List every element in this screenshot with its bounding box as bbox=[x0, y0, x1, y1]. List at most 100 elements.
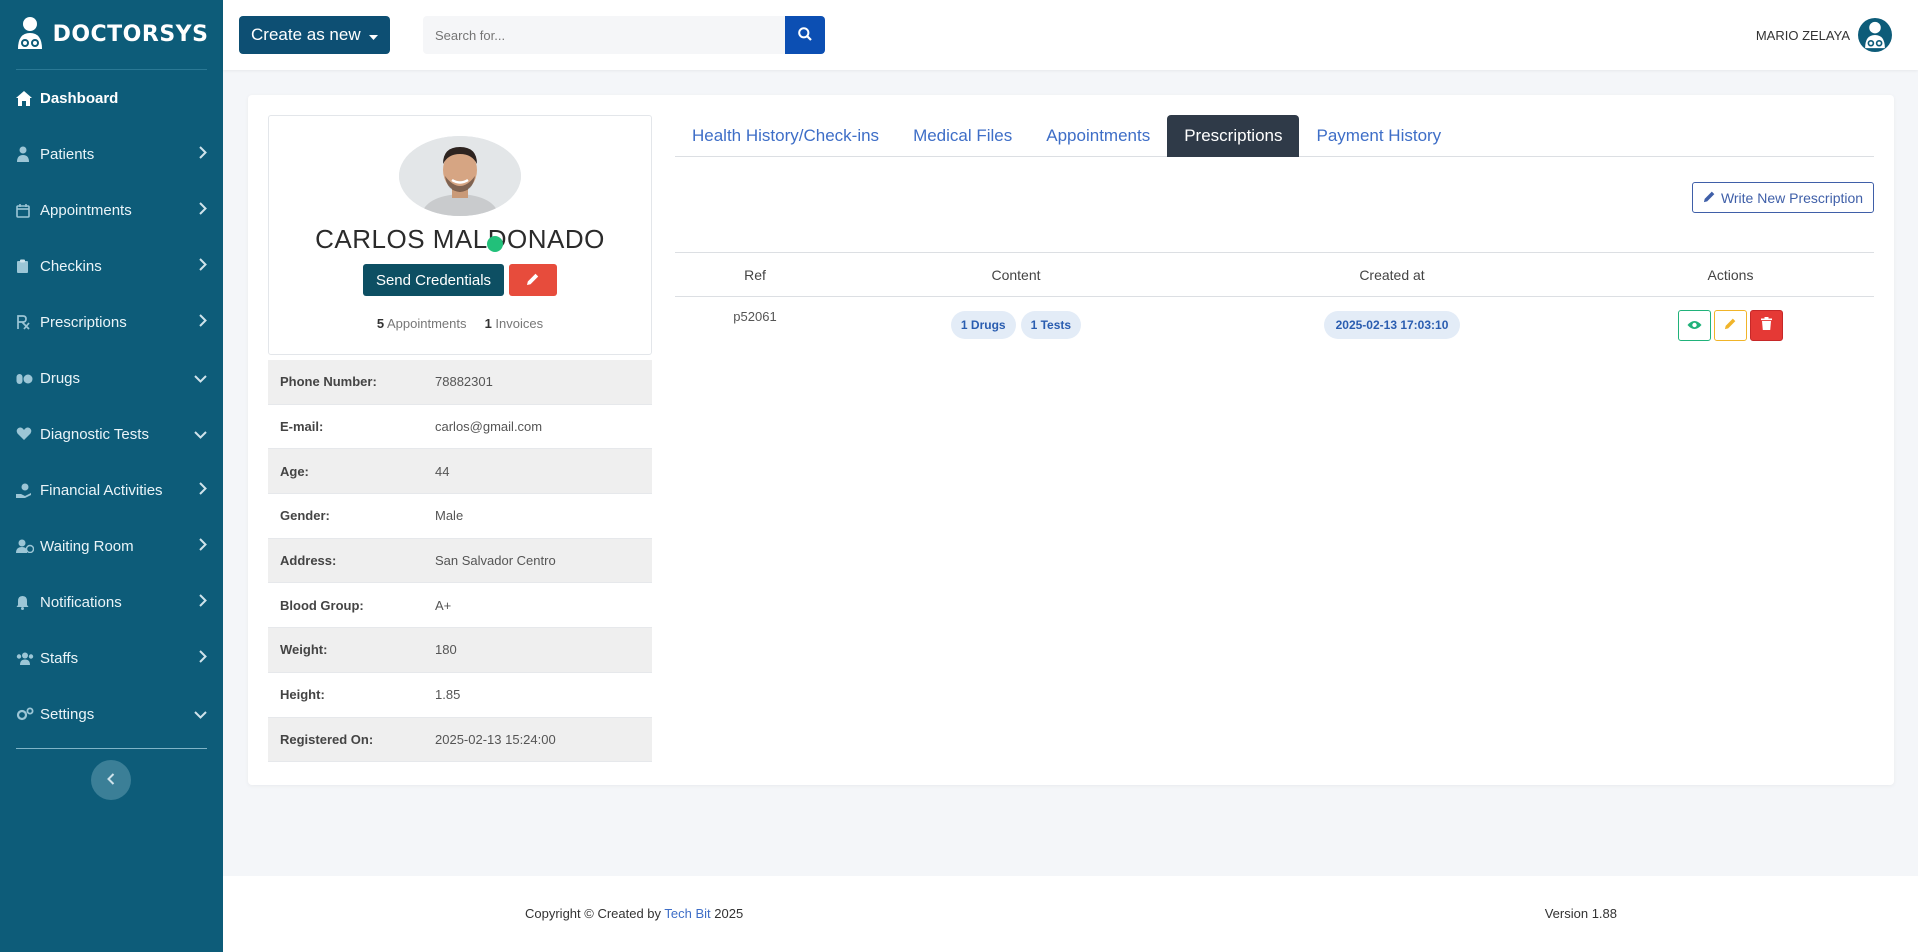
info-value: carlos@gmail.com bbox=[435, 419, 543, 435]
sidebar-item-diagnostic-tests[interactable]: Diagnostic Tests bbox=[0, 406, 223, 462]
pencil-icon bbox=[1703, 190, 1716, 206]
chevron-left-icon bbox=[107, 772, 115, 788]
chevron-right-icon bbox=[199, 538, 207, 554]
tests-badge: 1 Tests bbox=[1020, 311, 1082, 339]
pills-icon bbox=[16, 372, 40, 384]
info-row-registered-on: Registered On: 2025-02-13 15:24:00 bbox=[268, 717, 652, 763]
search-input[interactable] bbox=[423, 16, 785, 54]
chevron-down-icon bbox=[194, 426, 207, 442]
info-key: Registered On: bbox=[280, 731, 374, 747]
pencil-icon bbox=[526, 272, 540, 289]
invoices-count-label: Invoices bbox=[495, 316, 544, 331]
column-header-content: Content bbox=[991, 266, 1041, 283]
search-button[interactable] bbox=[785, 16, 825, 54]
copyright: Copyright © Created by Tech Bit 2025 bbox=[525, 906, 743, 921]
prescriptions-table: Ref Content Created at Actions p52061 1 … bbox=[675, 252, 1874, 353]
patient-counts: 5 Appointments 1 Invoices bbox=[269, 316, 651, 331]
appointments-count-label: Appointments bbox=[387, 316, 467, 331]
appointments-count: 5 bbox=[376, 316, 385, 331]
created-at-badge: 2025-02-13 17:03:10 bbox=[1323, 311, 1461, 339]
patient-name: CARLOS MALDONADO bbox=[315, 224, 605, 254]
sidebar-item-drugs[interactable]: Drugs bbox=[0, 350, 223, 406]
write-new-prescription-label: Write New Prescription bbox=[1720, 189, 1864, 206]
tab-prescriptions[interactable]: Prescriptions bbox=[1167, 115, 1300, 157]
column-header-ref: Ref bbox=[744, 266, 766, 283]
calendar-icon bbox=[16, 203, 40, 218]
delete-prescription-button[interactable] bbox=[1750, 309, 1783, 341]
edit-patient-button[interactable] bbox=[509, 264, 557, 296]
tab-medical-files[interactable]: Medical Files bbox=[896, 115, 1029, 157]
footer: Copyright © Created by Tech Bit 2025 Ver… bbox=[223, 876, 1918, 952]
sidebar-divider bbox=[16, 748, 207, 749]
sidebar-item-label: Checkins bbox=[40, 257, 102, 275]
info-key: Address: bbox=[280, 553, 337, 569]
heartbeat-icon bbox=[16, 427, 40, 441]
sidebar-item-appointments[interactable]: Appointments bbox=[0, 182, 223, 238]
sidebar-item-settings[interactable]: Settings bbox=[0, 686, 223, 742]
sidebar-item-label: Prescriptions bbox=[40, 313, 127, 331]
sidebar-item-label: Appointments bbox=[40, 201, 132, 219]
info-value: 180 bbox=[435, 642, 457, 658]
topbar: Create as new MARIO ZELAYA bbox=[223, 0, 1918, 70]
chevron-down-icon bbox=[194, 370, 207, 386]
sidebar-collapse-button[interactable] bbox=[91, 760, 131, 800]
sidebar-item-label: Notifications bbox=[40, 593, 122, 611]
sidebar-item-dashboard[interactable]: Dashboard bbox=[0, 70, 223, 126]
write-new-prescription-button[interactable]: Write New Prescription bbox=[1692, 182, 1874, 213]
user-menu[interactable]: MARIO ZELAYA bbox=[1756, 16, 1892, 54]
sidebar-item-notifications[interactable]: Notifications bbox=[0, 574, 223, 630]
sidebar-item-prescriptions[interactable]: Prescriptions bbox=[0, 294, 223, 350]
create-as-new-dropdown[interactable]: Create as new bbox=[239, 16, 390, 54]
sidebar-item-checkins[interactable]: Checkins bbox=[0, 238, 223, 294]
sidebar-item-staffs[interactable]: Staffs bbox=[0, 630, 223, 686]
info-key: Weight: bbox=[280, 642, 328, 658]
brand[interactable]: DOCTORSYS bbox=[16, 0, 208, 70]
prescription-created-at: 2025-02-13 17:03:10 bbox=[1197, 311, 1587, 339]
company-link[interactable]: Tech Bit bbox=[664, 906, 710, 921]
drugs-badge: 1 Drugs bbox=[950, 311, 1016, 339]
chevron-right-icon bbox=[199, 482, 207, 498]
home-icon bbox=[16, 90, 40, 106]
view-prescription-button[interactable] bbox=[1678, 309, 1711, 341]
info-row-weight: Weight: 180 bbox=[268, 628, 652, 673]
user-injured-icon bbox=[16, 146, 40, 162]
pencil-icon bbox=[1724, 317, 1737, 333]
patient-tabs: Health History/Check-ins Medical Files A… bbox=[675, 115, 1874, 157]
patient-card: CARLOS MALDONADO Send Credentials 5 Appo… bbox=[248, 95, 1894, 785]
edit-prescription-button[interactable] bbox=[1714, 309, 1747, 341]
caret-down-icon bbox=[368, 25, 378, 45]
info-key: Phone Number: bbox=[280, 374, 377, 390]
info-key: Age: bbox=[280, 463, 309, 479]
sidebar-item-label: Patients bbox=[40, 145, 95, 163]
info-row-height: Height: 1.85 bbox=[268, 673, 652, 718]
sidebar-item-waiting-room[interactable]: Waiting Room bbox=[0, 518, 223, 574]
sidebar-item-label: Dashboard bbox=[40, 89, 119, 107]
table-header: Ref Content Created at Actions bbox=[675, 252, 1874, 297]
sidebar-item-financial-activities[interactable]: Financial Activities bbox=[0, 462, 223, 518]
chevron-right-icon bbox=[199, 202, 207, 218]
hand-holding-usd-icon bbox=[16, 483, 40, 498]
info-value: 44 bbox=[435, 463, 450, 479]
chevron-right-icon bbox=[199, 650, 207, 666]
sidebar-nav: Dashboard Patients Appointments Checkins… bbox=[0, 70, 223, 742]
info-key: Height: bbox=[280, 687, 325, 703]
tab-appointments[interactable]: Appointments bbox=[1029, 115, 1167, 157]
eye-icon bbox=[1687, 318, 1702, 333]
patient-profile: CARLOS MALDONADO Send Credentials 5 Appo… bbox=[268, 115, 652, 355]
patient-info-table: Phone Number: 78882301 E-mail: carlos@gmai… bbox=[268, 360, 652, 763]
avatar bbox=[1858, 18, 1892, 52]
user-name: MARIO ZELAYA bbox=[1755, 27, 1850, 43]
info-key: E-mail: bbox=[280, 419, 324, 435]
chevron-down-icon bbox=[194, 706, 207, 722]
info-row-phone: Phone Number: 78882301 bbox=[268, 360, 652, 405]
tab-health-history[interactable]: Health History/Check-ins bbox=[675, 115, 896, 157]
send-credentials-button[interactable]: Send Credentials bbox=[363, 264, 504, 296]
copyright-prefix: Copyright © Created by bbox=[525, 906, 662, 921]
tab-payment-history[interactable]: Payment History bbox=[1299, 115, 1458, 157]
info-key: Blood Group: bbox=[280, 597, 364, 613]
info-row-blood-group: Blood Group: A+ bbox=[268, 583, 652, 629]
sidebar-item-patients[interactable]: Patients bbox=[0, 126, 223, 182]
info-row-age: Age: 44 bbox=[268, 449, 652, 495]
info-value: 2025-02-13 15:24:00 bbox=[435, 731, 556, 747]
prescription-icon bbox=[16, 314, 40, 330]
